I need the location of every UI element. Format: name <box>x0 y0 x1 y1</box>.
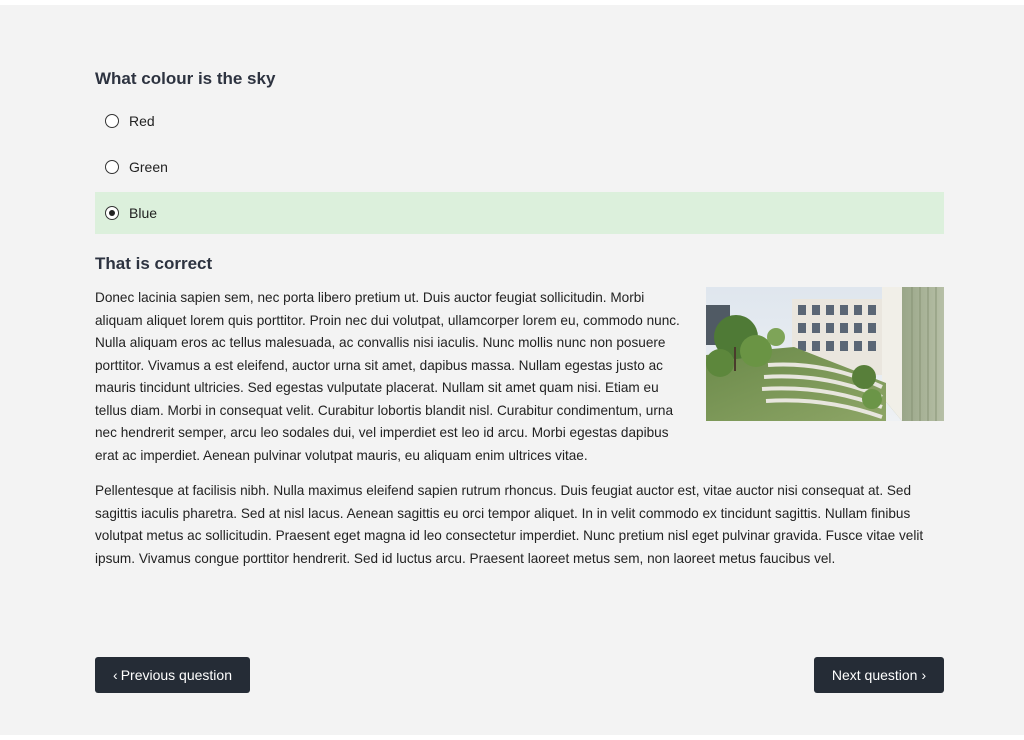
radio-button-red[interactable] <box>105 114 119 128</box>
option-label-green: Green <box>129 159 168 175</box>
feedback-content: Donec lacinia sapien sem, nec porta libe… <box>95 287 944 583</box>
option-green[interactable]: Green <box>95 146 944 188</box>
previous-question-button[interactable]: ‹ Previous question <box>95 657 250 693</box>
radio-button-green[interactable] <box>105 160 119 174</box>
radio-button-blue[interactable] <box>105 206 119 220</box>
question-title: What colour is the sky <box>95 69 276 88</box>
next-question-button[interactable]: Next question › <box>814 657 944 693</box>
feedback-paragraph: Pellentesque at facilisis nibh. Nulla ma… <box>95 483 924 566</box>
quiz-panel: What colour is the sky Red Green Blue Th… <box>0 5 1024 735</box>
answer-options: Red Green Blue <box>95 100 944 238</box>
building-photo <box>706 287 944 421</box>
previous-question-label: Previous question <box>120 667 232 683</box>
chevron-right-icon: › <box>921 667 927 683</box>
option-blue[interactable]: Blue <box>95 192 944 234</box>
next-question-label: Next question <box>831 667 918 683</box>
feedback-title: That is correct <box>95 254 213 273</box>
option-label-blue: Blue <box>129 205 158 221</box>
chevron-left-icon: ‹ <box>113 667 118 683</box>
option-label-red: Red <box>129 113 155 129</box>
option-red[interactable]: Red <box>95 100 944 142</box>
